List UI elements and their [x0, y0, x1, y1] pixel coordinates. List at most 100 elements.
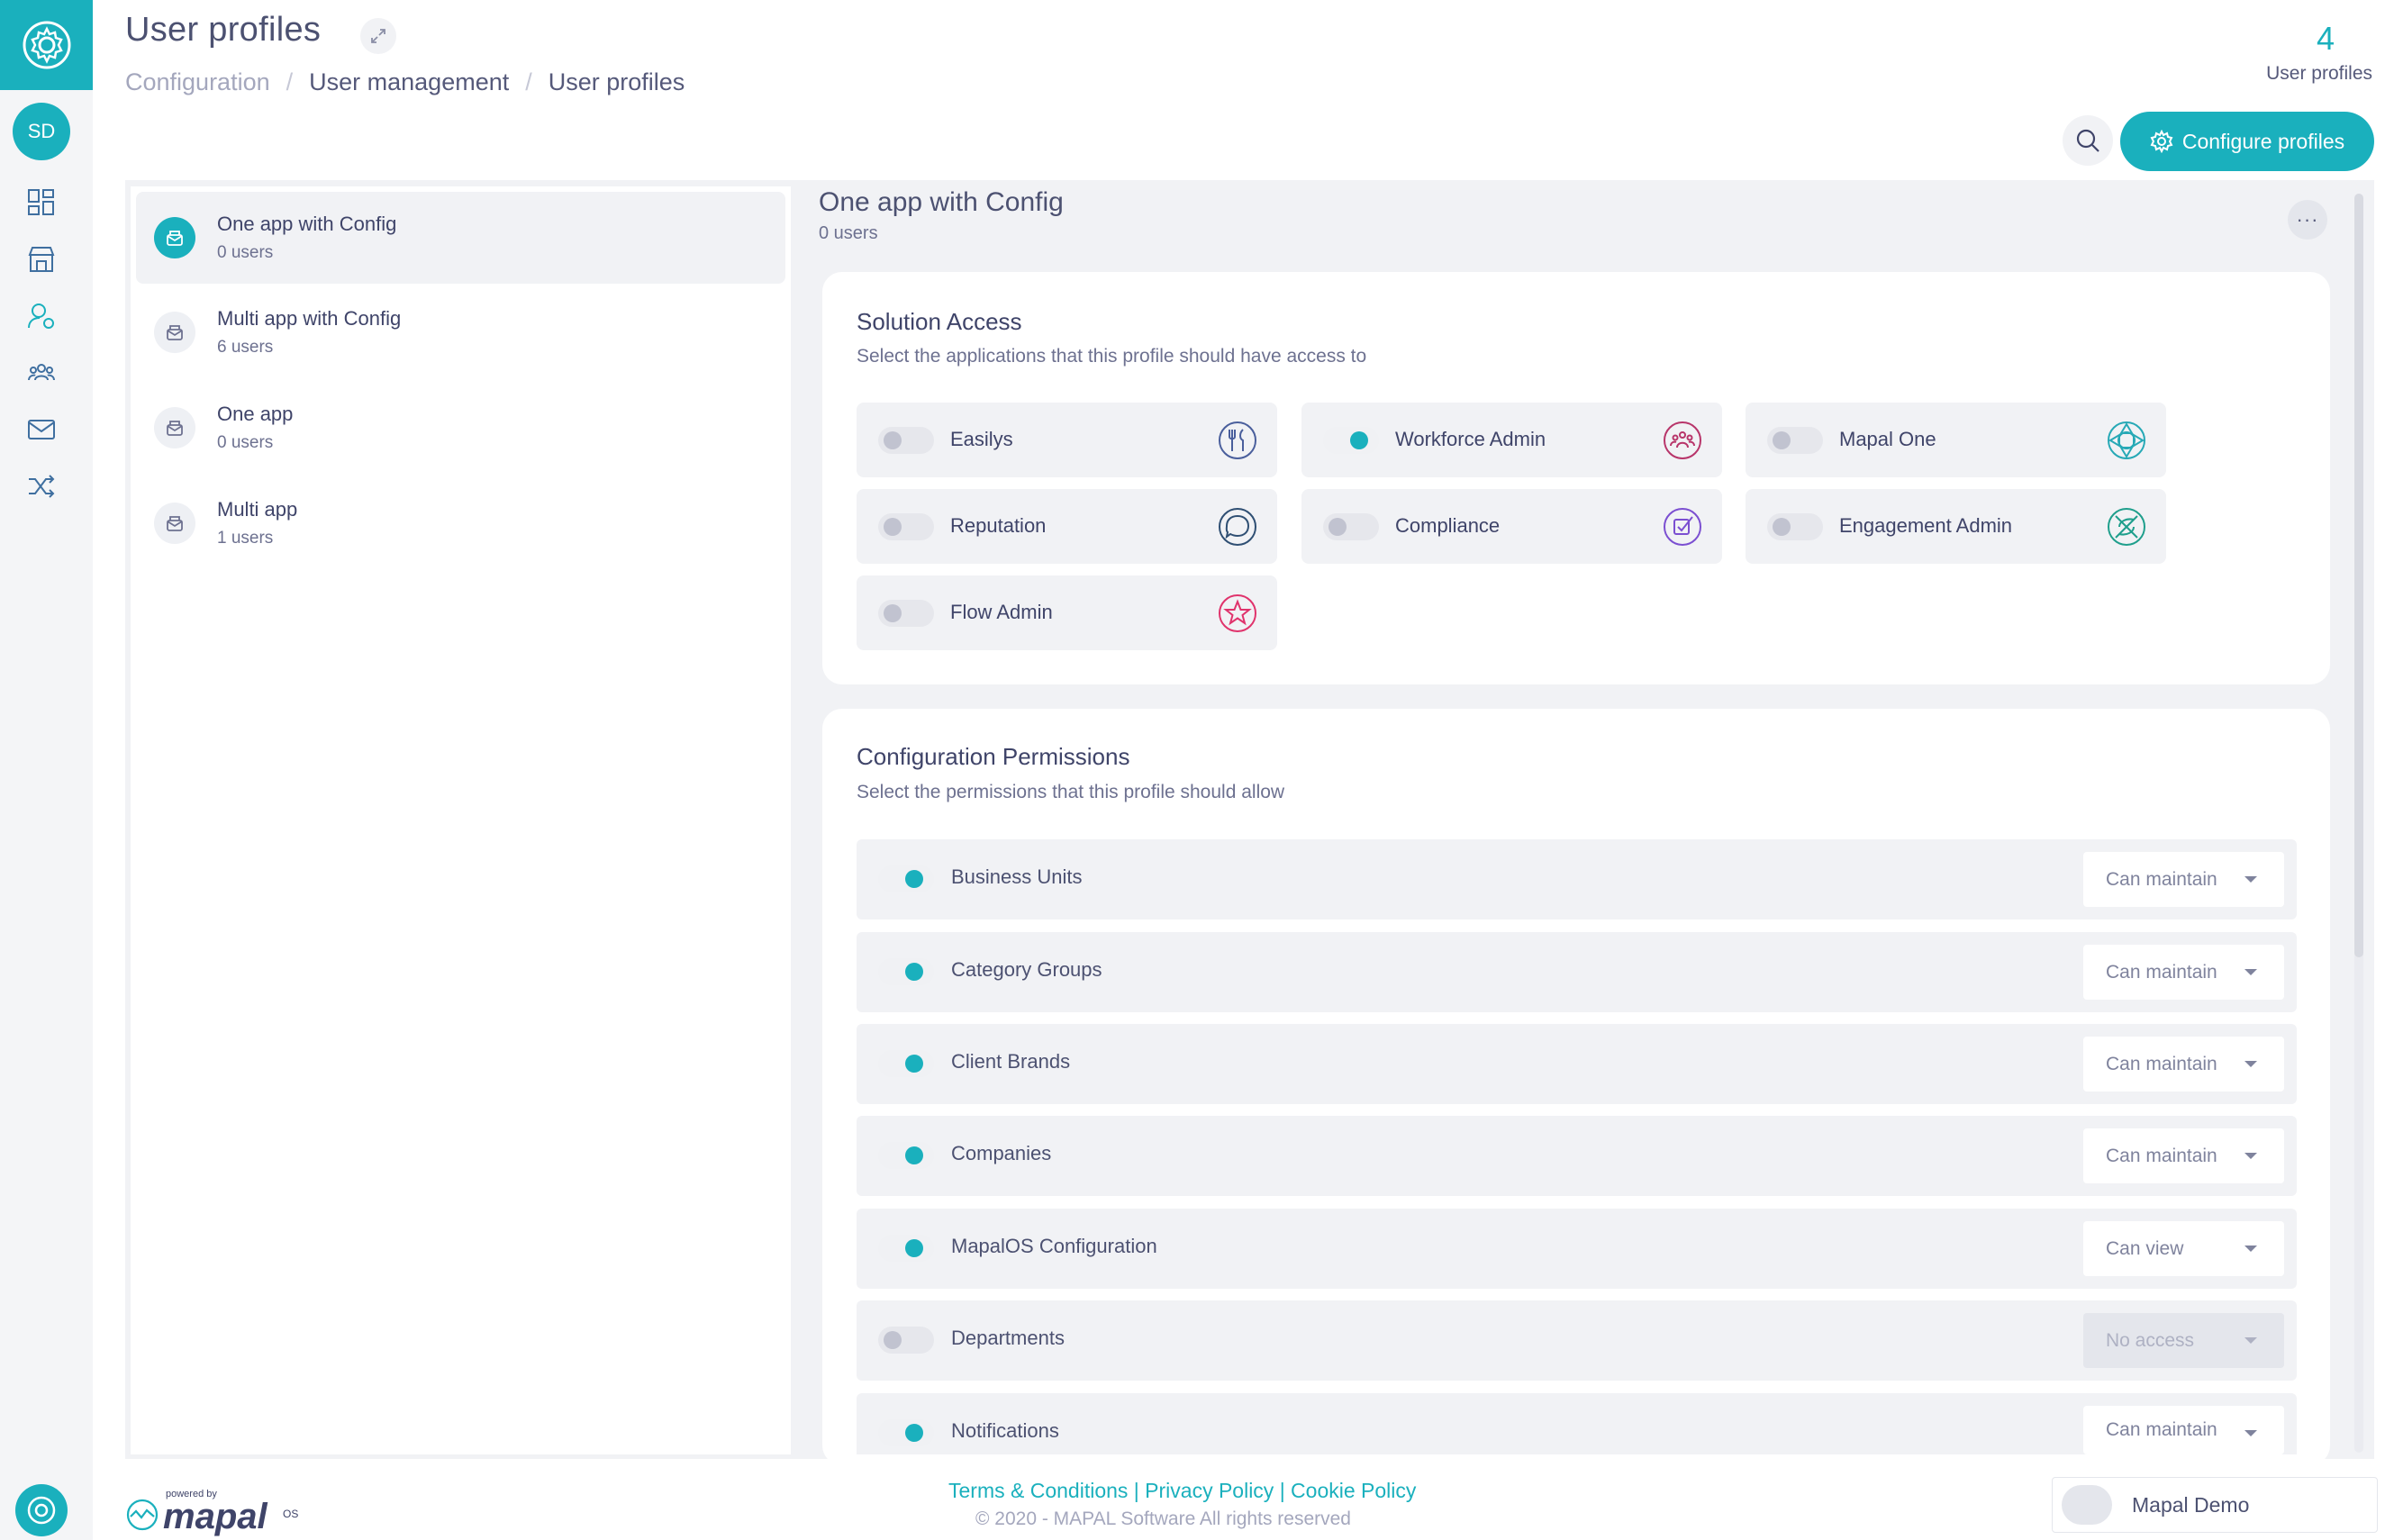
- settings-gear-icon: [23, 21, 70, 69]
- app-tile-compliance: Compliance: [1301, 489, 1722, 564]
- profile-user-count: 1 users: [217, 529, 274, 548]
- notifications-toggle[interactable]: [878, 1419, 934, 1446]
- detail-title: One app with Config: [819, 187, 1064, 217]
- permission-name: Client Brands: [951, 1050, 1071, 1073]
- permission-level-select[interactable]: Can maintain: [2083, 945, 2284, 1000]
- team-icon[interactable]: [23, 355, 59, 391]
- app-tile-reputation: Reputation: [857, 489, 1277, 564]
- category-groups-toggle[interactable]: [878, 958, 934, 985]
- profile-icon: [154, 407, 195, 448]
- app-name: Mapal One: [1839, 428, 1936, 450]
- profile-item-multi-app[interactable]: Multi app 1 users: [136, 477, 785, 569]
- easilys-toggle[interactable]: [878, 427, 934, 454]
- solution-access-title: Solution Access: [857, 308, 1022, 335]
- breadcrumb-configuration[interactable]: Configuration: [125, 68, 270, 96]
- app-name: Flow Admin: [950, 601, 1053, 623]
- departments-toggle[interactable]: [878, 1327, 934, 1354]
- app-tile-mapal-one: Mapal One: [1746, 403, 2166, 477]
- checkbox-icon: [1664, 508, 1701, 546]
- search-icon: [2076, 129, 2099, 152]
- mapal-one-toggle[interactable]: [1767, 427, 1823, 454]
- permission-level-value: Can maintain: [2106, 1145, 2217, 1166]
- mapal-wave-icon: [126, 1499, 159, 1531]
- caret-down-icon: [2244, 1246, 2257, 1252]
- profile-item-one-app-with-config[interactable]: One app with Config 0 users: [136, 192, 785, 284]
- engagement-admin-toggle[interactable]: [1767, 513, 1823, 540]
- permission-name: Notifications: [951, 1419, 1059, 1442]
- profile-icon: [154, 217, 195, 258]
- scrollbar-thumb[interactable]: [2354, 194, 2363, 957]
- caret-down-icon: [2244, 1153, 2257, 1159]
- app-tile-engagement-admin: Engagement Admin: [1746, 489, 2166, 564]
- profile-count: 4: [2316, 20, 2335, 57]
- configure-profiles-button[interactable]: Configure profiles: [2120, 112, 2374, 171]
- profile-item-one-app[interactable]: One app 0 users: [136, 382, 785, 474]
- compliance-toggle[interactable]: [1323, 513, 1379, 540]
- breadcrumb-user-profiles: User profiles: [548, 68, 685, 95]
- profile-user-count: 0 users: [217, 243, 274, 262]
- permission-level-select[interactable]: Can view: [2083, 1221, 2284, 1276]
- app-logo[interactable]: [0, 0, 93, 90]
- caret-down-icon: [2244, 1430, 2257, 1436]
- configure-profiles-label: Configure profiles: [2181, 129, 2345, 153]
- permission-name: Business Units: [951, 865, 1083, 888]
- permission-row-category-groups: Category Groups Can maintain: [857, 932, 2297, 1012]
- breadcrumb-separator: /: [286, 68, 294, 95]
- workforce-admin-toggle[interactable]: [1323, 427, 1379, 454]
- user-settings-icon[interactable]: [23, 298, 59, 334]
- profile-item-multi-app-with-config[interactable]: Multi app with Config 6 users: [136, 286, 785, 378]
- solution-access-subtitle: Select the applications that this profil…: [857, 346, 1367, 367]
- caret-down-icon: [2244, 1061, 2257, 1067]
- shuffle-icon[interactable]: [23, 468, 59, 504]
- user-chip-avatar: [2062, 1485, 2112, 1525]
- reputation-toggle[interactable]: [878, 513, 934, 540]
- caret-down-icon: [2244, 1337, 2257, 1344]
- breadcrumb-separator: /: [525, 68, 532, 95]
- detail-user-count: 0 users: [819, 223, 878, 243]
- permission-level-select[interactable]: Can maintain: [2083, 852, 2284, 907]
- permission-row-companies: Companies Can maintain: [857, 1116, 2297, 1196]
- left-rail: SD: [0, 0, 93, 1540]
- expand-button[interactable]: [360, 18, 396, 54]
- permission-row-client-brands: Client Brands Can maintain: [857, 1024, 2297, 1104]
- app-name: Reputation: [950, 514, 1047, 537]
- breadcrumb-user-management[interactable]: User management: [309, 68, 509, 96]
- profile-user-count: 6 users: [217, 338, 274, 357]
- app-name: Compliance: [1395, 514, 1501, 537]
- permission-row-mapalos-configuration: MapalOS Configuration Can view: [857, 1209, 2297, 1289]
- mapal-brand: mapal: [163, 1497, 268, 1536]
- configuration-permissions-title: Configuration Permissions: [857, 743, 1130, 770]
- business-units-toggle[interactable]: [878, 865, 934, 892]
- footer-legal-links[interactable]: Terms & Conditions | Privacy Policy | Co…: [948, 1479, 1416, 1503]
- profile-name: One app with Config: [217, 213, 397, 235]
- search-button[interactable]: [2063, 115, 2113, 166]
- permission-level-select[interactable]: Can maintain: [2083, 1128, 2284, 1183]
- help-gear-icon[interactable]: [15, 1484, 68, 1536]
- more-options-button[interactable]: ···: [2288, 200, 2327, 240]
- page-title: User profiles: [125, 11, 322, 49]
- companies-toggle[interactable]: [878, 1142, 934, 1169]
- permission-level-select[interactable]: Can maintain: [2083, 1406, 2284, 1454]
- app-tile-flow-admin: Flow Admin: [857, 575, 1277, 650]
- configuration-permissions-subtitle: Select the permissions that this profile…: [857, 782, 1285, 802]
- permission-row-departments: Departments No access: [857, 1300, 2297, 1381]
- store-icon[interactable]: [23, 241, 59, 277]
- flow-admin-toggle[interactable]: [878, 600, 934, 627]
- mail-icon[interactable]: [23, 412, 59, 448]
- dashboard-icon[interactable]: [23, 185, 59, 221]
- permission-level-select[interactable]: Can maintain: [2083, 1037, 2284, 1092]
- profile-count-label: User profiles: [2266, 63, 2372, 84]
- star-icon: [1219, 594, 1256, 632]
- client-brands-toggle[interactable]: [878, 1050, 934, 1077]
- permission-row-notifications: Notifications Can maintain: [857, 1393, 2297, 1454]
- footer-copyright: © 2020 - MAPAL Software All rights reser…: [975, 1508, 1351, 1529]
- permission-level-select: No access: [2083, 1313, 2284, 1368]
- user-account-chip[interactable]: Mapal Demo: [2052, 1477, 2378, 1533]
- profile-user-count: 0 users: [217, 433, 274, 452]
- permission-level-value: No access: [2106, 1329, 2195, 1351]
- permission-row-business-units: Business Units Can maintain: [857, 839, 2297, 919]
- mapalos-configuration-toggle[interactable]: [878, 1235, 934, 1262]
- scrollbar[interactable]: [2354, 194, 2363, 1453]
- user-avatar[interactable]: SD: [13, 103, 70, 160]
- permission-level-value: Can maintain: [2106, 1419, 2217, 1440]
